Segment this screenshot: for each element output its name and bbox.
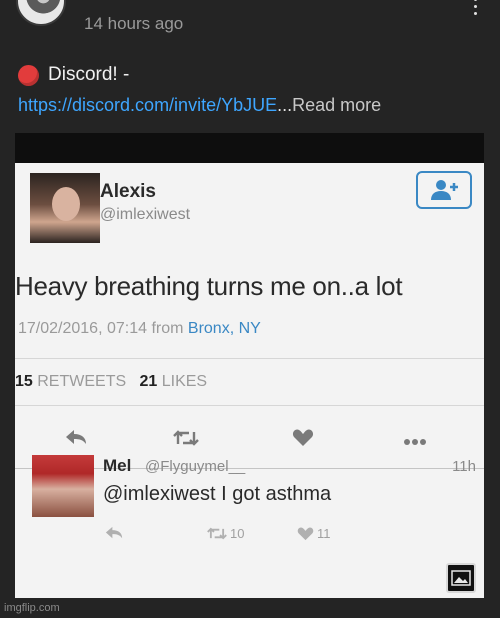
tweet-location: Bronx, NY — [187, 320, 261, 337]
tweet-author-name: Alexis — [100, 181, 156, 202]
reply-author-handle: @Flyguymel__ — [145, 458, 246, 475]
likes-label: LIKES — [161, 373, 208, 390]
reply-text: @imlexiwest I got asthma — [103, 483, 332, 505]
reply-retweet: 10 — [207, 526, 244, 541]
discord-invite-link[interactable]: https://discord.com/invite/YbJUE — [18, 95, 277, 115]
more-options-icon[interactable] — [472, 0, 478, 26]
reply-like-count: 11 — [317, 526, 331, 541]
divider — [15, 405, 484, 406]
post-header: 14 hours ago — [0, 0, 500, 48]
truncation-ellipsis: ... — [277, 95, 293, 115]
reply-like: 11 — [297, 526, 331, 541]
tweet-text: Heavy breathing turns me on..a lot — [15, 271, 403, 301]
reply-author-name: Mel — [103, 456, 132, 475]
reply-retweet-count: 10 — [230, 526, 245, 541]
follow-icon — [416, 171, 472, 209]
tweet-author-handle: @imlexiwest — [100, 206, 191, 223]
read-more-button[interactable]: Read more — [292, 95, 381, 115]
retweets-count: 15 — [15, 373, 33, 390]
tweet-date: 17/02/2016, 07:14 from — [18, 320, 184, 337]
retweet-icon — [207, 527, 227, 540]
image-view-icon[interactable] — [446, 563, 476, 593]
tweet-author-avatar — [30, 173, 100, 243]
discord-text: Discord! - — [48, 64, 130, 85]
link-line: https://discord.com/invite/YbJUE...Read … — [18, 95, 381, 116]
divider — [15, 358, 484, 359]
tweet-meta: 17/02/2016, 07:14 from Bronx, NY — [18, 320, 261, 338]
tweet-stats: 15 RETWEETS 21 LIKES — [15, 373, 207, 391]
reply-time: 11h — [452, 458, 476, 475]
reply-author-avatar — [32, 455, 94, 517]
post-image[interactable]: Alexis @imlexiwest Heavy breathing turns… — [15, 133, 484, 598]
red-circle-icon — [18, 64, 39, 86]
tweet-screenshot: Alexis @imlexiwest Heavy breathing turns… — [15, 163, 484, 598]
discord-line: Discord! - — [18, 64, 129, 86]
heart-icon — [297, 526, 314, 540]
retweet-icon — [173, 430, 199, 451]
likes-count: 21 — [139, 373, 158, 390]
retweets-label: RETWEETS — [37, 373, 127, 390]
heart-icon — [292, 429, 314, 452]
post-timestamp: 14 hours ago — [84, 14, 184, 33]
more-icon — [403, 433, 427, 451]
channel-avatar[interactable] — [16, 0, 66, 26]
imgflip-watermark: imgflip.com — [4, 602, 60, 614]
reply-icon — [65, 429, 87, 450]
reply-icon — [105, 526, 123, 539]
